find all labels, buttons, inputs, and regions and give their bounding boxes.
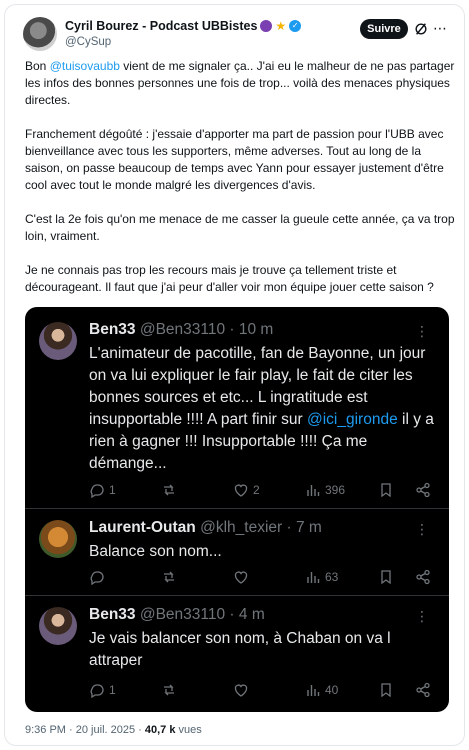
reply-icon: [90, 571, 104, 585]
reply-header: Laurent-Outan @klh_texier · 7 m: [89, 519, 322, 537]
mention-link[interactable]: @tuisovaubb: [50, 59, 120, 73]
reply-actions: 63: [89, 569, 439, 587]
reply-name: Ben33: [89, 321, 136, 338]
reply-text: L'animateur de pacotille, fan de Bayonne…: [89, 345, 434, 472]
post-paragraph-3: C'est la 2e fois qu'on me menace de me c…: [25, 212, 455, 243]
author-name[interactable]: Cyril Bourez - Podcast UBBistes: [65, 19, 257, 33]
chart-icon: [307, 485, 320, 496]
reply-handle: @Ben33110: [139, 321, 226, 338]
reply-count: 1: [89, 682, 116, 698]
reply-avatar: [39, 607, 77, 645]
reply-time: · 10 m: [229, 321, 274, 338]
reply-text: Balance son nom...: [89, 543, 222, 560]
like-count: [233, 569, 253, 585]
reply-actions: 1 2 396: [89, 482, 439, 500]
post-paragraph-1: Bon @tuisovaubb vient de me signaler ça.…: [25, 59, 455, 107]
reply-count: [89, 569, 109, 585]
repost-count: [161, 482, 181, 498]
reply-count: 1: [89, 482, 116, 498]
share-icon: [415, 682, 431, 698]
post-paragraph-4: Je ne connais pas trop les recours mais …: [25, 263, 434, 294]
verified-icon: ✓: [289, 20, 302, 32]
reply-handle: @klh_texier: [200, 519, 283, 536]
post-paragraph-2: Franchement dégoûté : j'essaie d'apporte…: [25, 127, 444, 192]
follow-button[interactable]: Suivre: [360, 19, 408, 39]
mention-link: @ici_gironde: [306, 411, 398, 428]
grok-icon[interactable]: [414, 22, 428, 36]
repost-icon: [164, 484, 174, 496]
more-icon: ⋮: [415, 323, 429, 339]
heart-icon: [234, 571, 248, 584]
author-name-line: Cyril Bourez - Podcast UBBistes ★ ✓: [65, 19, 302, 33]
reply-name: Laurent-Outan: [89, 519, 196, 536]
post-time[interactable]: 9:36 PM: [25, 724, 66, 736]
post-footer: 9:36 PM · 20 juil. 2025 · 40,7 k vues: [25, 724, 202, 736]
reply-handle: @Ben33110: [139, 606, 226, 623]
heart-icon: [234, 684, 248, 697]
author-handle[interactable]: @CySup: [65, 36, 111, 48]
post-date[interactable]: 20 juil. 2025: [76, 724, 135, 736]
chart-icon: [307, 685, 320, 696]
reply-icon: [90, 484, 104, 498]
author-avatar[interactable]: [23, 17, 57, 51]
views-label: vues: [178, 724, 202, 736]
attached-screenshot[interactable]: Ben33 @Ben33110 · 10 m ⋮ L'animateur de …: [25, 307, 449, 712]
reply-name: Ben33: [89, 606, 136, 623]
reply-header: Ben33 @Ben33110 · 4 m: [89, 606, 265, 624]
bookmark-icon: [378, 569, 394, 585]
view-count: 40,7 k: [144, 724, 176, 736]
reply-time: · 4 m: [229, 606, 265, 623]
post-text: Bon @tuisovaubb vient de me signaler ça.…: [25, 58, 455, 313]
reply-icon: [90, 684, 104, 698]
more-icon: ⋮: [415, 521, 429, 537]
view-count: 396: [305, 482, 345, 498]
reply-actions: 1 40: [89, 682, 439, 700]
reply-avatar: [39, 520, 77, 558]
post-card: Cyril Bourez - Podcast UBBistes ★ ✓ @CyS…: [4, 4, 465, 746]
grapes-icon: [260, 20, 273, 32]
star-icon: ★: [275, 19, 287, 33]
view-count: 40: [305, 682, 338, 698]
bookmark-icon: [378, 482, 394, 498]
reply-time: · 7 m: [286, 519, 322, 536]
reply-avatar: [39, 322, 77, 360]
divider: [25, 508, 449, 509]
more-icon: ⋮: [415, 608, 429, 624]
post-header: Cyril Bourez - Podcast UBBistes ★ ✓ @CyS…: [23, 17, 448, 53]
reply-text: Je vais balancer son nom, à Chaban on va…: [89, 630, 391, 669]
divider: [25, 595, 449, 596]
repost-count: [161, 682, 181, 698]
repost-icon: [164, 571, 174, 583]
repost-icon: [164, 684, 174, 696]
more-icon[interactable]: ⋯: [433, 21, 448, 35]
like-count: 2: [233, 482, 260, 498]
repost-count: [161, 569, 181, 585]
like-count: [233, 682, 253, 698]
share-icon: [415, 482, 431, 498]
share-icon: [415, 569, 431, 585]
view-count: 63: [305, 569, 338, 585]
heart-icon: [234, 484, 248, 497]
reply-header: Ben33 @Ben33110 · 10 m: [89, 321, 273, 339]
bookmark-icon: [378, 682, 394, 698]
chart-icon: [307, 572, 320, 583]
